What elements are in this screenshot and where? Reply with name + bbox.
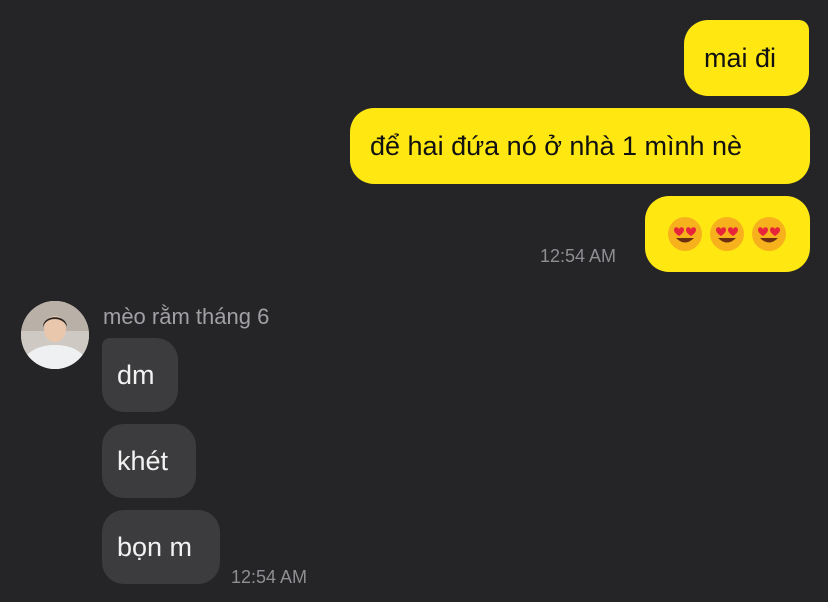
incoming-message-bubble[interactable]: dm [102,338,178,412]
chat-view: mai đi để hai đứa nó ở nhà 1 mình nè 12:… [0,0,828,602]
heart-eyes-emoji-icon [710,217,744,251]
heart-eyes-emoji-icon [668,217,702,251]
incoming-message-bubble[interactable]: bọn m [102,510,220,584]
message-text: dm [117,359,155,390]
outgoing-emoji-bubble[interactable] [645,196,810,272]
message-text: bọn m [117,531,193,562]
incoming-timestamp: 12:54 AM [231,567,308,587]
message-text: để hai đứa nó ở nhà 1 mình nè [370,130,743,161]
sender-avatar[interactable] [21,301,89,369]
avatar-photo-icon [21,301,89,369]
outgoing-message-bubble[interactable]: mai đi [684,20,809,96]
sender-name: mèo rằm tháng 6 [103,304,270,329]
message-text: khét [117,445,169,476]
heart-eyes-emoji-icon [752,217,786,251]
outgoing-timestamp: 12:54 AM [540,246,617,266]
incoming-message-bubble[interactable]: khét [102,424,196,498]
outgoing-message-bubble[interactable]: để hai đứa nó ở nhà 1 mình nè [350,108,810,184]
message-text: mai đi [704,42,777,73]
